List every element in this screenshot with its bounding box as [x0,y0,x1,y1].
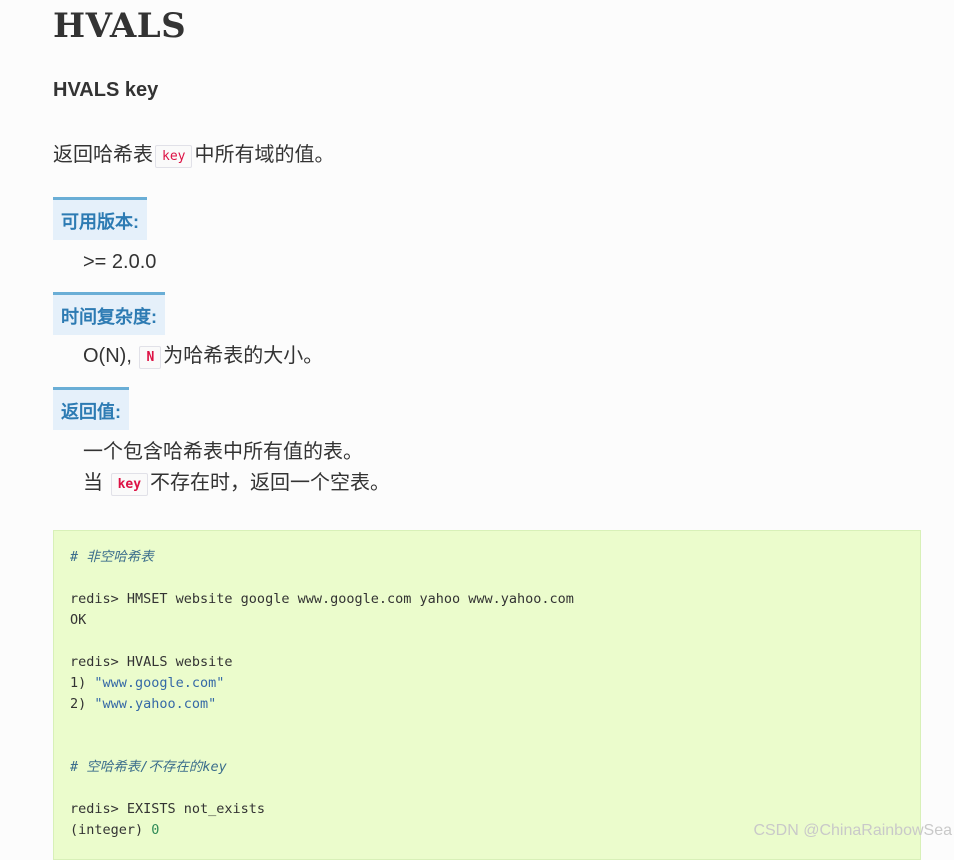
code-output-prefix: 2) [70,696,95,712]
version-text: >= 2.0.0 [83,251,157,273]
code-output: OK [70,612,87,628]
code-command: redis> EXISTS not_exists [70,801,266,817]
returns-line-2-after: 不存在时，返回一个空表。 [150,472,391,494]
complexity-text-before: O(N), [83,345,132,367]
complexity-text-after: 为哈希表的大小。 [163,345,324,367]
code-example-block: # 非空哈希表 redis> HMSET website google www.… [53,530,921,860]
code-output-string: "www.google.com" [94,675,225,691]
command-signature: HVALS key [53,79,159,101]
section-body-complexity: O(N), N 为哈希表的大小。 [83,342,323,370]
returns-line-2-before: 当 [83,472,103,494]
code-command: redis> HMSET website google www.google.c… [70,591,574,607]
code-output-prefix: (integer) [70,822,152,838]
section-heading-version: 可用版本: [53,197,147,240]
section-heading-complexity: 时间复杂度: [53,292,165,335]
watermark-text: CSDN @ChinaRainbowSea [753,822,952,839]
section-heading-returns: 返回值: [53,387,129,430]
description-text-after: 中所有域的值。 [194,144,335,166]
command-description: 返回哈希表 key 中所有域的值。 [53,138,335,168]
section-body-version: >= 2.0.0 [83,248,156,276]
description-text-before: 返回哈希表 [53,144,153,166]
inline-code-key: key [155,145,193,168]
returns-line-1: 一个包含哈希表中所有值的表。 [83,441,363,463]
code-output-number: 0 [151,822,160,838]
code-comment: # 空哈希表/不存在的key [70,759,227,775]
section-body-returns: 一个包含哈希表中所有值的表。 当 key 不存在时，返回一个空表。 [83,438,390,497]
code-output-string: "www.yahoo.com" [94,696,217,712]
inline-code-key-2: key [110,473,149,496]
code-command: redis> HVALS website [70,654,233,670]
page-title: HVALS [53,6,187,46]
code-output-prefix: 1) [70,675,95,691]
inline-code-n: N [139,346,162,369]
code-comment: # 非空哈希表 [70,549,154,565]
